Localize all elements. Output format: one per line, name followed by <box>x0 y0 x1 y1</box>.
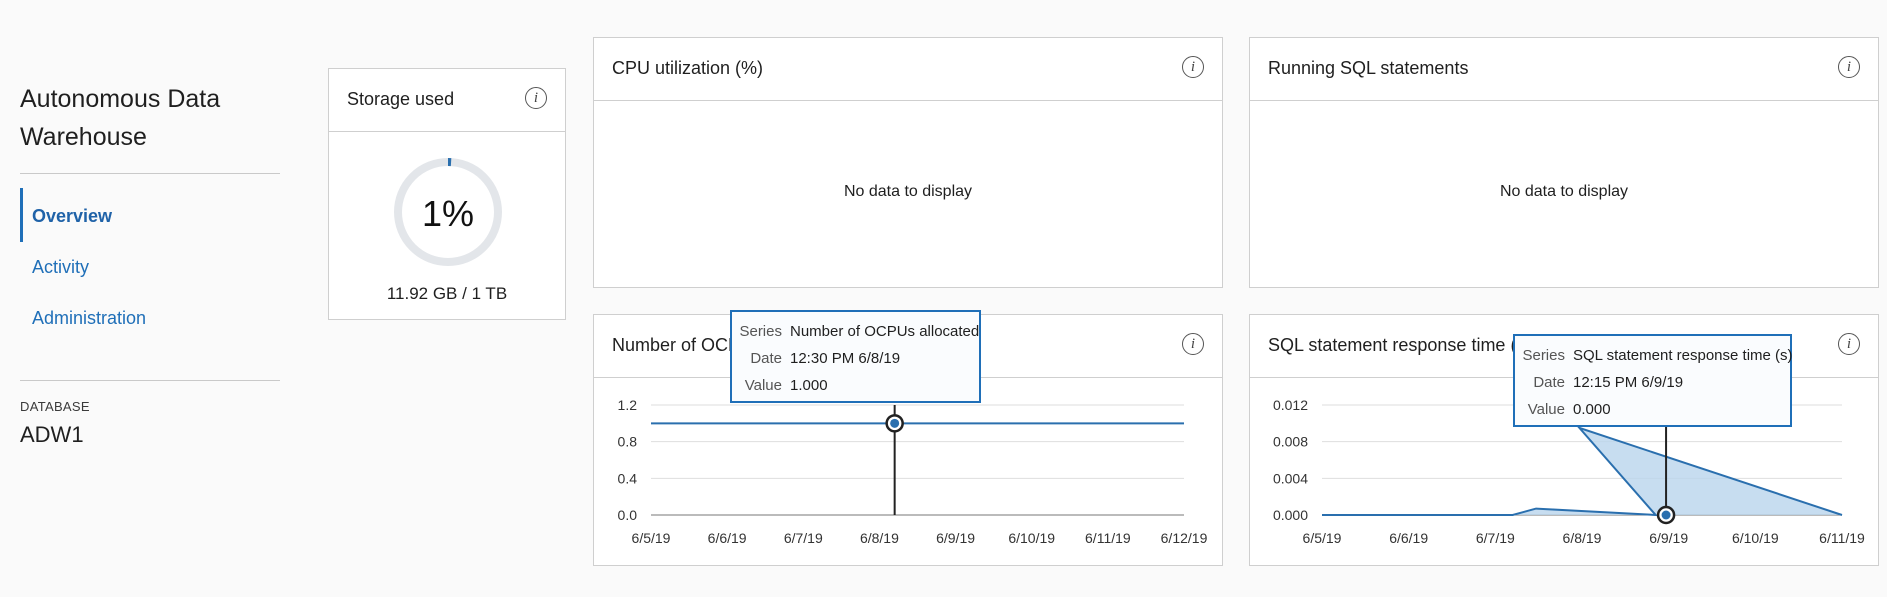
tooltip-value-value: 0.000 <box>1573 401 1611 418</box>
ocpus-tooltip: Series Number of OCPUs allocated Date 12:3… <box>730 310 981 403</box>
x-tick-label: 6/6/19 <box>708 530 747 546</box>
x-tick-label: 6/12/19 <box>1161 530 1208 546</box>
tooltip-value-value: 1.000 <box>790 377 828 394</box>
x-tick-label: 6/5/19 <box>1303 530 1342 546</box>
tooltip-series-key: Series <box>739 323 782 340</box>
y-tick-label: 0.012 <box>1273 397 1308 413</box>
x-tick-label: 6/10/19 <box>1008 530 1055 546</box>
storage-panel-title: Storage used <box>347 89 455 109</box>
database-name: ADW1 <box>20 422 84 447</box>
nav-item-administration[interactable]: Administration <box>32 308 146 329</box>
nav-active-indicator <box>20 188 23 242</box>
x-tick-label: 6/7/19 <box>784 530 823 546</box>
y-tick-label: 0.4 <box>618 470 638 486</box>
y-tick-label: 1.2 <box>618 397 638 413</box>
nav-divider-2 <box>20 380 280 381</box>
tooltip-date-key: Date <box>1533 374 1565 391</box>
nav-divider <box>20 173 280 174</box>
x-tick-label: 6/9/19 <box>1649 530 1688 546</box>
tooltip-date-key: Date <box>750 350 782 367</box>
x-tick-label: 6/5/19 <box>632 530 671 546</box>
cpu-utilization-panel: CPU utilization (%) i No data to display <box>593 37 1223 288</box>
y-tick-label: 0.8 <box>618 434 638 450</box>
series-area <box>1322 427 1842 515</box>
x-tick-label: 6/11/19 <box>1819 530 1865 546</box>
storage-panel: Storage used i 1% 11.92 GB / 1 TB <box>328 68 566 320</box>
y-tick-label: 0.000 <box>1273 507 1308 523</box>
hover-marker-dot <box>890 418 900 428</box>
database-label: DATABASE <box>20 399 90 414</box>
x-tick-label: 6/10/19 <box>1732 530 1779 546</box>
sql-response-tooltip: Series SQL statement response time (s) Da… <box>1513 334 1793 427</box>
info-icon[interactable]: i <box>1838 56 1860 78</box>
tooltip-series-value: SQL statement response time (s) <box>1573 347 1793 364</box>
x-tick-label: 6/7/19 <box>1476 530 1515 546</box>
cpu-panel-title: CPU utilization (%) <box>612 58 764 78</box>
sql-response-panel-title: SQL statement response time (s) <box>1268 335 1532 355</box>
storage-usage-text: 11.92 GB / 1 TB <box>386 284 508 303</box>
storage-percent: 1% <box>421 193 475 234</box>
x-tick-label: 6/8/19 <box>860 530 899 546</box>
y-tick-label: 0.004 <box>1273 470 1308 486</box>
tooltip-value-key: Value <box>744 377 782 394</box>
running-sql-no-data: No data to display <box>1499 183 1629 200</box>
tooltip-date-value: 12:15 PM 6/9/19 <box>1573 374 1684 391</box>
info-icon[interactable]: i <box>1182 333 1204 355</box>
y-tick-label: 0.0 <box>618 507 638 523</box>
tooltip-value-key: Value <box>1527 401 1565 418</box>
cpu-no-data: No data to display <box>843 183 973 200</box>
info-icon[interactable]: i <box>525 87 547 109</box>
x-tick-label: 6/6/19 <box>1389 530 1428 546</box>
nav-item-activity[interactable]: Activity <box>32 257 89 278</box>
x-tick-label: 6/9/19 <box>936 530 975 546</box>
ocpus-chart[interactable]: 1.2 0.8 0.4 0.0 6/5/19 6/6/19 6/7/19 6/8/19 6/9/… <box>594 377 1222 565</box>
hover-marker-dot <box>1661 510 1671 520</box>
tooltip-series-value: Number of OCPUs allocated <box>790 323 980 340</box>
page-title: Autonomous Data Warehouse <box>20 85 221 151</box>
running-sql-panel-title: Running SQL statements <box>1268 58 1469 78</box>
tooltip-date-value: 12:30 PM 6/8/19 <box>790 350 901 367</box>
info-icon[interactable]: i <box>1838 333 1860 355</box>
x-tick-label: 6/8/19 <box>1563 530 1602 546</box>
running-sql-panel: Running SQL statements i No data to disp… <box>1249 37 1879 288</box>
tooltip-series-key: Series <box>1522 347 1565 364</box>
nav-item-overview[interactable]: Overview <box>32 206 112 227</box>
storage-panel-header: Storage used i <box>329 69 565 132</box>
info-icon[interactable]: i <box>1182 56 1204 78</box>
cpu-panel-header: CPU utilization (%) i <box>594 38 1222 101</box>
y-tick-label: 0.008 <box>1273 434 1308 450</box>
x-tick-label: 6/11/19 <box>1085 530 1131 546</box>
running-sql-panel-header: Running SQL statements i <box>1250 38 1878 101</box>
